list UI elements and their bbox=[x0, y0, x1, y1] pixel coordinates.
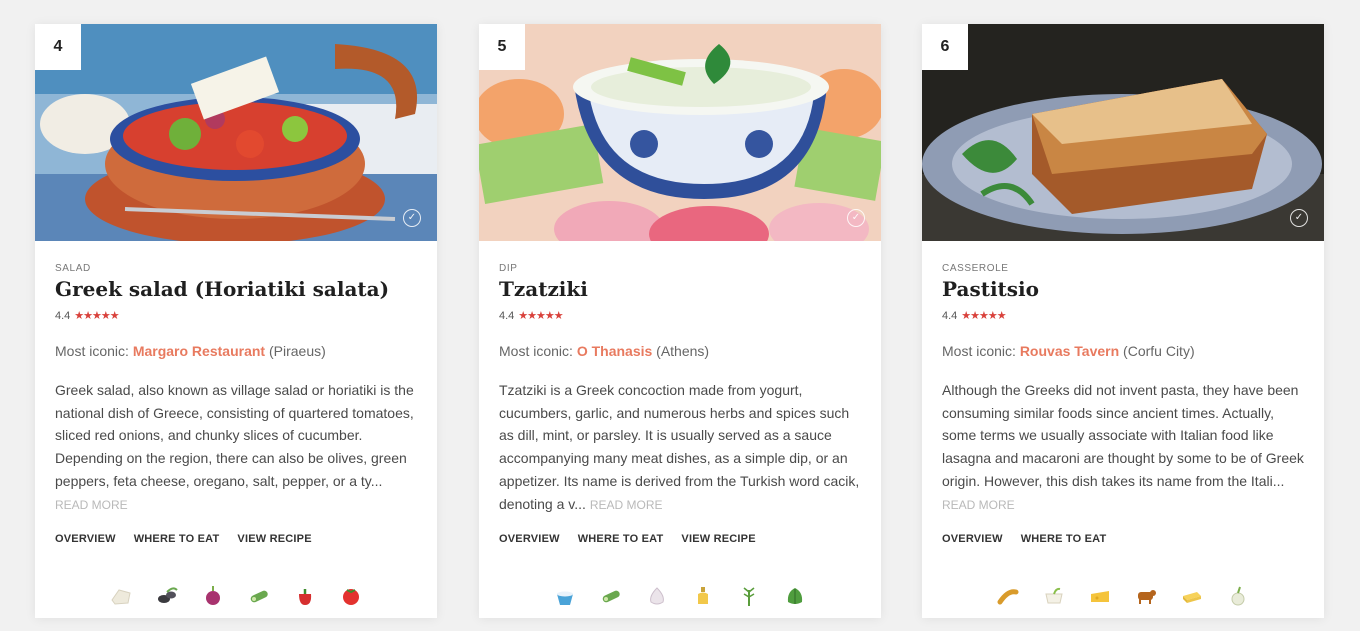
ingredient-icons bbox=[479, 584, 881, 608]
check-icon[interactable]: ✓ bbox=[403, 209, 421, 227]
olive-oil-icon[interactable] bbox=[691, 584, 715, 608]
read-more-link[interactable]: READ MORE bbox=[590, 498, 663, 512]
dill-icon[interactable] bbox=[737, 584, 761, 608]
card-links: OVERVIEW WHERE TO EAT VIEW RECIPE bbox=[55, 533, 417, 545]
read-more-link[interactable]: READ MORE bbox=[55, 498, 128, 512]
ingredient-icons bbox=[35, 584, 437, 608]
beef-icon[interactable] bbox=[1134, 584, 1158, 608]
pasta-icon[interactable] bbox=[996, 584, 1020, 608]
most-iconic-line: Most iconic: O Thanasis (Athens) bbox=[499, 343, 861, 359]
most-iconic-line: Most iconic: Margaro Restaurant (Piraeus… bbox=[55, 343, 417, 359]
dish-card-pastitsio: 6 ✓ CASSEROLE Pastitsio 4.4 ★★★★★ Most i… bbox=[922, 24, 1324, 618]
garlic-icon[interactable] bbox=[645, 584, 669, 608]
overview-link[interactable]: OVERVIEW bbox=[55, 533, 116, 545]
overview-link[interactable]: OVERVIEW bbox=[499, 533, 560, 545]
cucumber-icon[interactable] bbox=[599, 584, 623, 608]
cucumber-icon[interactable] bbox=[247, 584, 271, 608]
olive-icon[interactable] bbox=[155, 584, 179, 608]
description-text: Greek salad, also known as village salad… bbox=[55, 382, 414, 489]
dish-category: DIP bbox=[499, 263, 518, 274]
tomato-icon[interactable] bbox=[339, 584, 363, 608]
dish-title[interactable]: Pastitsio bbox=[942, 277, 1304, 301]
restaurant-location: (Piraeus) bbox=[265, 343, 326, 359]
check-icon[interactable]: ✓ bbox=[1290, 209, 1308, 227]
restaurant-location: (Corfu City) bbox=[1119, 343, 1195, 359]
greek-salad-photo bbox=[35, 24, 437, 241]
view-recipe-link[interactable]: VIEW RECIPE bbox=[681, 533, 755, 545]
ingredient-icons bbox=[922, 584, 1324, 608]
restaurant-link[interactable]: Rouvas Tavern bbox=[1020, 343, 1119, 359]
dish-rating: 4.4 ★★★★★ bbox=[55, 309, 417, 323]
dish-card-tzatziki: 5 ✓ DIP Tzatziki 4.4 ★★★★★ Most iconic: … bbox=[479, 24, 881, 618]
rank-badge: 6 bbox=[922, 24, 968, 70]
feta-icon[interactable] bbox=[109, 584, 133, 608]
rating-stars-icon: ★★★★★ bbox=[961, 310, 1006, 322]
rating-value: 4.4 bbox=[55, 309, 71, 322]
pepper-icon[interactable] bbox=[293, 584, 317, 608]
rating-value: 4.4 bbox=[942, 309, 958, 322]
where-to-eat-link[interactable]: WHERE TO EAT bbox=[578, 533, 664, 545]
butter-icon[interactable] bbox=[1180, 584, 1204, 608]
restaurant-link[interactable]: Margaro Restaurant bbox=[133, 343, 265, 359]
most-iconic-label: Most iconic: bbox=[942, 343, 1020, 359]
dish-rating: 4.4 ★★★★★ bbox=[942, 309, 1304, 323]
red-onion-icon[interactable] bbox=[201, 584, 225, 608]
card-links: OVERVIEW WHERE TO EAT VIEW RECIPE bbox=[499, 533, 861, 545]
tzatziki-photo bbox=[479, 24, 881, 241]
dish-card-greek-salad: 4 ✓ SALAD Greek salad (Horiatiki salata)… bbox=[35, 24, 437, 618]
onion-icon[interactable] bbox=[1226, 584, 1250, 608]
check-icon[interactable]: ✓ bbox=[847, 209, 865, 227]
where-to-eat-link[interactable]: WHERE TO EAT bbox=[134, 533, 220, 545]
most-iconic-label: Most iconic: bbox=[55, 343, 133, 359]
pastitsio-photo bbox=[922, 24, 1324, 241]
view-recipe-link[interactable]: VIEW RECIPE bbox=[237, 533, 311, 545]
dish-description: Although the Greeks did not invent pasta… bbox=[942, 379, 1304, 515]
rating-stars-icon: ★★★★★ bbox=[74, 310, 119, 322]
rating-stars-icon: ★★★★★ bbox=[518, 310, 563, 322]
dish-description: Tzatziki is a Greek concoction made from… bbox=[499, 379, 861, 515]
dish-photo[interactable]: 5 ✓ bbox=[479, 24, 881, 241]
dish-photo[interactable]: 4 ✓ bbox=[35, 24, 437, 241]
dish-title[interactable]: Greek salad (Horiatiki salata) bbox=[55, 277, 417, 301]
dish-category: SALAD bbox=[55, 263, 91, 274]
description-text: Tzatziki is a Greek concoction made from… bbox=[499, 382, 860, 512]
rank-badge: 4 bbox=[35, 24, 81, 70]
yogurt-icon[interactable] bbox=[553, 584, 577, 608]
card-links: OVERVIEW WHERE TO EAT bbox=[942, 533, 1304, 545]
description-text: Although the Greeks did not invent pasta… bbox=[942, 382, 1304, 489]
restaurant-link[interactable]: O Thanasis bbox=[577, 343, 652, 359]
where-to-eat-link[interactable]: WHERE TO EAT bbox=[1021, 533, 1107, 545]
restaurant-location: (Athens) bbox=[652, 343, 710, 359]
most-iconic-label: Most iconic: bbox=[499, 343, 577, 359]
overview-link[interactable]: OVERVIEW bbox=[942, 533, 1003, 545]
rating-value: 4.4 bbox=[499, 309, 515, 322]
dish-description: Greek salad, also known as village salad… bbox=[55, 379, 417, 515]
most-iconic-line: Most iconic: Rouvas Tavern (Corfu City) bbox=[942, 343, 1304, 359]
mint-icon[interactable] bbox=[783, 584, 807, 608]
dish-rating: 4.4 ★★★★★ bbox=[499, 309, 861, 323]
read-more-link[interactable]: READ MORE bbox=[942, 498, 1015, 512]
dish-title[interactable]: Tzatziki bbox=[499, 277, 861, 301]
dish-photo[interactable]: 6 ✓ bbox=[922, 24, 1324, 241]
bechamel-icon[interactable] bbox=[1042, 584, 1066, 608]
dish-category: CASSEROLE bbox=[942, 263, 1009, 274]
rank-badge: 5 bbox=[479, 24, 525, 70]
cheese-icon[interactable] bbox=[1088, 584, 1112, 608]
